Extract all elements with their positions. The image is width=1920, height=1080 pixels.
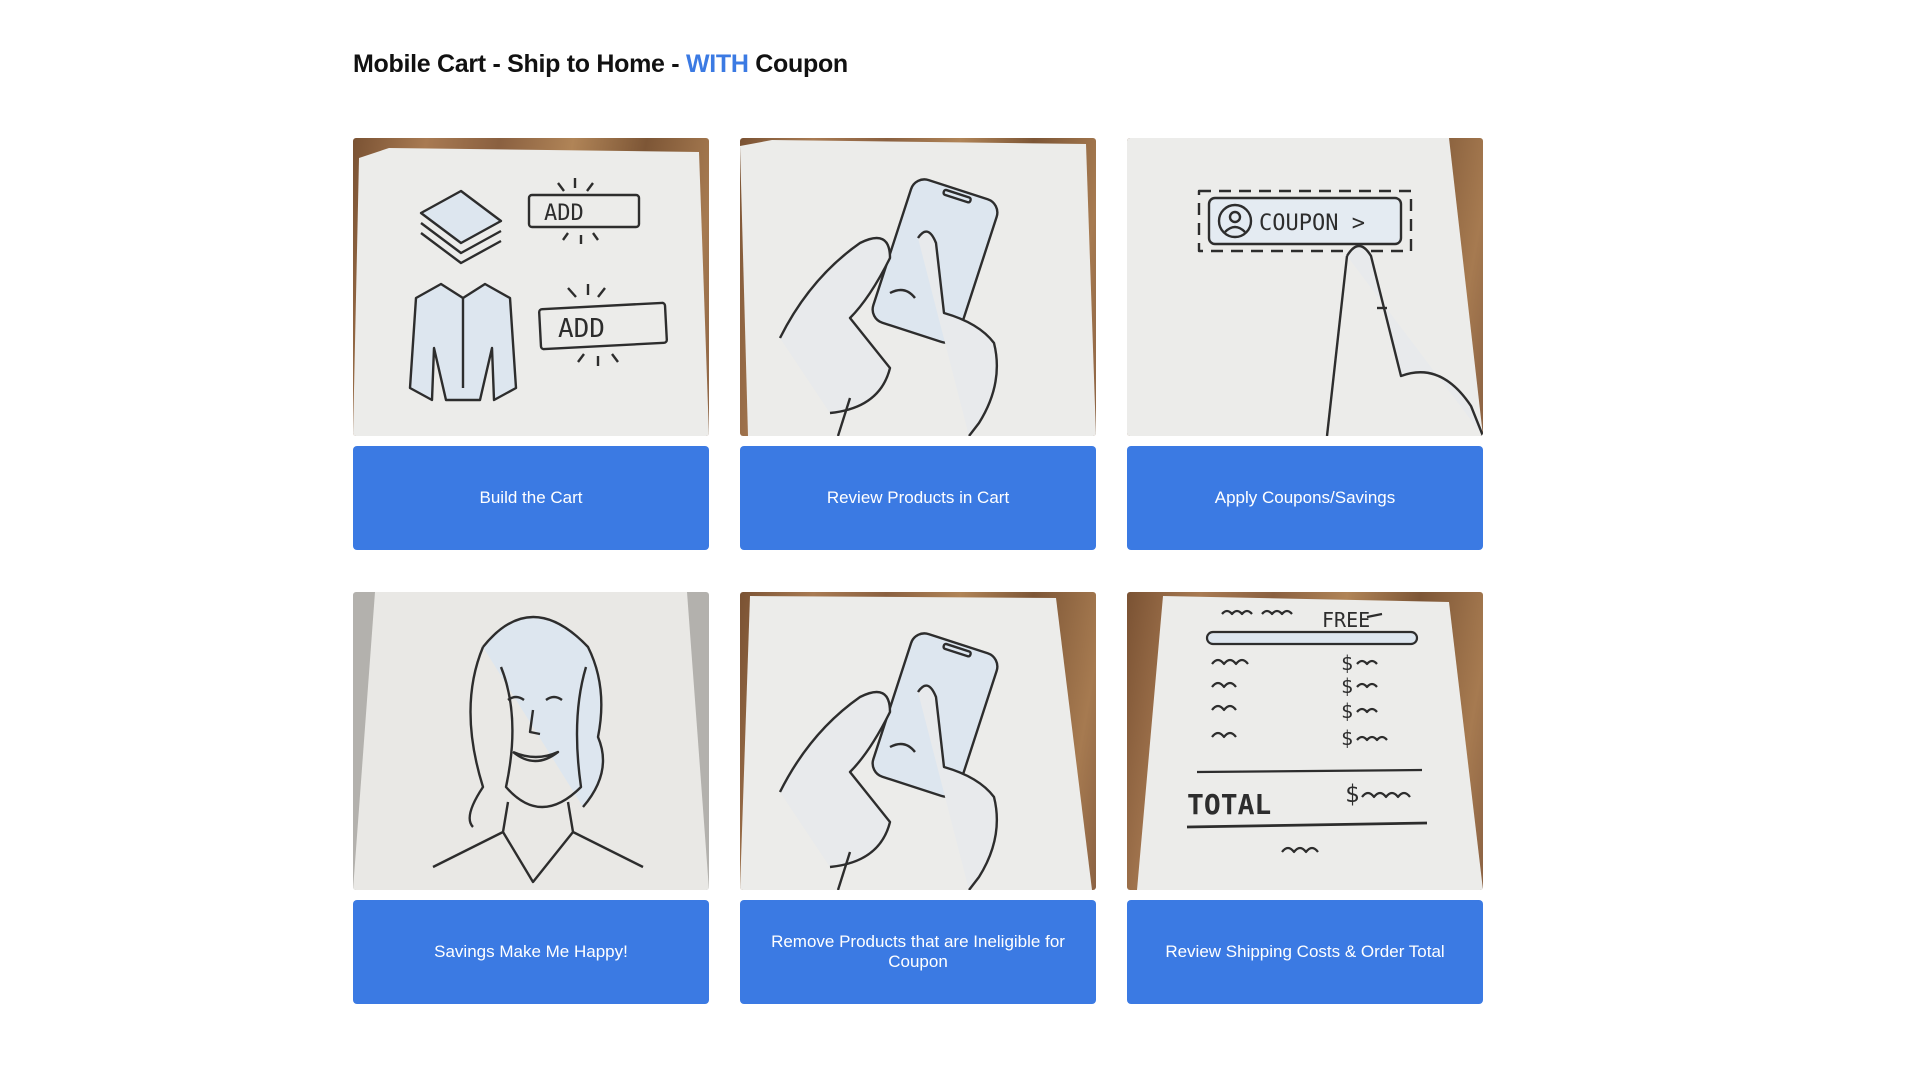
page-title: Mobile Cart - Ship to Home - WITH Coupon — [353, 50, 848, 79]
smiling-woman-sketch-icon — [353, 592, 709, 890]
receipt-total-sketch-icon: FREE $ $ $ $ TOTAL $ — [1127, 592, 1483, 890]
sketch-coupon-label: COUPON > — [1259, 211, 1365, 236]
storyboard-card[interactable]: Savings Make Me Happy! — [353, 592, 709, 1004]
storyboard-card[interactable]: Remove Products that are Ineligible for … — [740, 592, 1096, 1004]
storyboard-card[interactable]: ADD ADD Build the Cart — [353, 138, 709, 550]
storyboard-card[interactable]: COUPON > Apply Coupons/Savings — [1127, 138, 1483, 550]
sketch-free-label: FREE — [1322, 608, 1370, 632]
storyboard-grid: ADD ADD Build the Cart Review Products i… — [353, 138, 1483, 1004]
sketch-add-label: ADD — [544, 201, 584, 226]
finger-tapping-coupon-button-sketch-icon: COUPON > — [1127, 138, 1483, 436]
sketch-dollar-label: $ — [1341, 726, 1353, 750]
title-prefix: Mobile Cart - Ship to Home - — [353, 50, 686, 78]
title-accent: WITH — [685, 50, 749, 78]
sketch-dollar-label: $ — [1345, 780, 1359, 808]
sketch-dollar-label: $ — [1341, 674, 1353, 698]
card-caption[interactable]: Apply Coupons/Savings — [1127, 446, 1483, 550]
card-caption[interactable]: Review Shipping Costs & Order Total — [1127, 900, 1483, 1004]
title-suffix: Coupon — [748, 50, 848, 78]
card-caption[interactable]: Remove Products that are Ineligible for … — [740, 900, 1096, 1004]
card-caption[interactable]: Build the Cart — [353, 446, 709, 550]
sketch-total-label: TOTAL — [1187, 788, 1271, 821]
storyboard-card[interactable]: Review Products in Cart — [740, 138, 1096, 550]
sketch-add-label: ADD — [558, 314, 605, 344]
hands-holding-phone-sketch-icon — [740, 592, 1096, 890]
hands-holding-phone-sketch-icon — [740, 138, 1096, 436]
sketch-dollar-label: $ — [1341, 651, 1353, 675]
card-caption[interactable]: Savings Make Me Happy! — [353, 900, 709, 1004]
card-caption[interactable]: Review Products in Cart — [740, 446, 1096, 550]
storyboard-card[interactable]: FREE $ $ $ $ TOTAL $ Review Shipping Cos… — [1127, 592, 1483, 1004]
sketch-dollar-label: $ — [1341, 699, 1353, 723]
folded-clothes-and-vest-sketch-icon: ADD ADD — [353, 138, 709, 436]
